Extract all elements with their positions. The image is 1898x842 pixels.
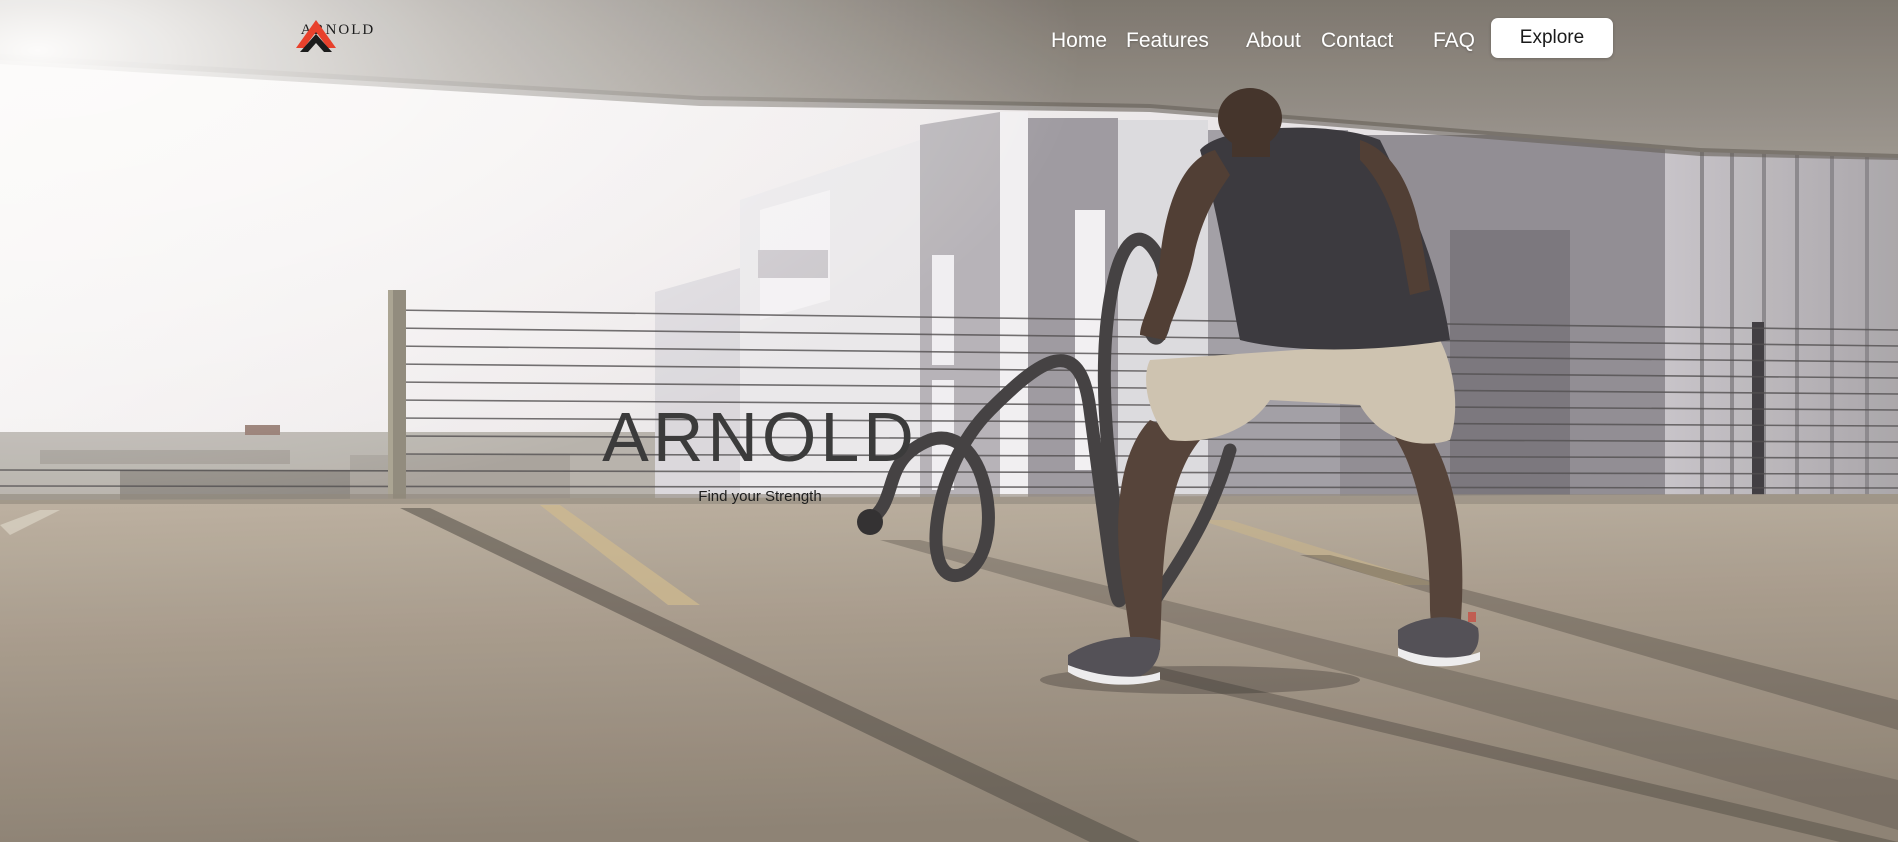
hero-title: ARNOLD <box>602 398 918 476</box>
nav-link-about[interactable]: About <box>1246 29 1301 53</box>
nav-link-features[interactable]: Features <box>1126 29 1209 53</box>
top-navigation: ARNOLD Home Features About Contact FAQ E… <box>0 0 1898 90</box>
brand-logo[interactable]: ARNOLD <box>296 20 380 76</box>
hero-section: ARNOLD Home Features About Contact FAQ E… <box>0 0 1898 842</box>
hero-subtitle: Find your Strength <box>698 488 822 505</box>
logo-chevron-icon <box>296 20 336 52</box>
nav-link-home[interactable]: Home <box>1051 29 1107 53</box>
nav-link-contact[interactable]: Contact <box>1321 29 1393 53</box>
nav-link-faq[interactable]: FAQ <box>1433 29 1475 53</box>
explore-button[interactable]: Explore <box>1491 18 1613 58</box>
